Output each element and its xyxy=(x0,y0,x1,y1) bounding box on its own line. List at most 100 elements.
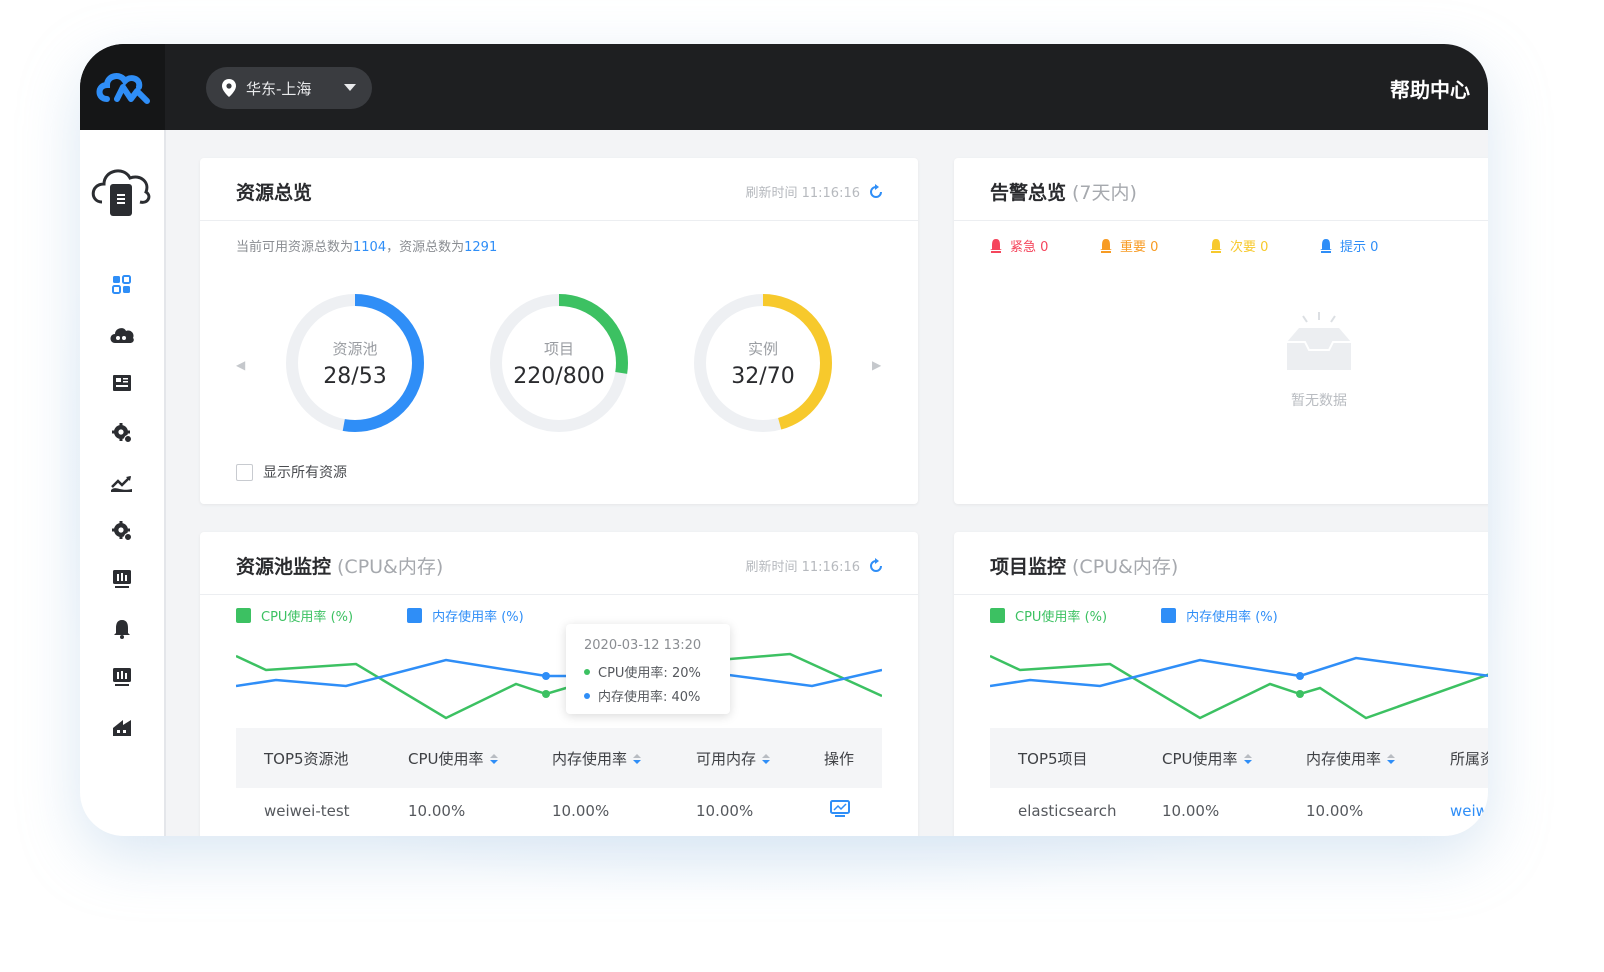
alert-label: 重要 0 xyxy=(1120,240,1159,255)
ring-label: 实例 xyxy=(747,340,778,358)
bell-icon[interactable] xyxy=(106,614,138,644)
ring-label: 项目 xyxy=(543,340,574,358)
cloud-icon[interactable] xyxy=(106,320,138,350)
ring-value: 32/70 xyxy=(731,364,795,389)
alert-minor[interactable]: 次要 0 xyxy=(1210,236,1320,255)
card-title: 告警总览 (7天内) xyxy=(990,178,1137,205)
alert-title: 告警总览 xyxy=(990,182,1067,204)
cpu-highlight-point xyxy=(1296,690,1304,698)
settings-icon[interactable] xyxy=(106,516,138,546)
refresh-icon[interactable] xyxy=(868,183,884,200)
tooltip-cpu: CPU使用率: 20% xyxy=(598,666,701,681)
legend-mem[interactable]: 内存使用率 (%) xyxy=(1161,606,1278,625)
column-header: TOP5资源池 xyxy=(264,748,349,769)
column-header[interactable]: 内存使用率 xyxy=(552,748,642,769)
column-header[interactable]: CPU使用率 xyxy=(1162,748,1252,769)
bell-icon xyxy=(1320,238,1332,253)
legend-label: 内存使用率 (%) xyxy=(1186,610,1278,625)
alert-label: 提示 0 xyxy=(1340,240,1379,255)
legend-label: 内存使用率 (%) xyxy=(432,610,524,625)
cell-name: elasticsearch xyxy=(1018,802,1117,820)
card-title: 资源池监控 (CPU&内存) xyxy=(236,552,443,579)
tooltip-dot xyxy=(584,692,590,699)
column-header[interactable]: 内存使用率 xyxy=(1306,748,1396,769)
top5-project-table: TOP5项目 CPU使用率 内存使用率 所属资 elasticsearch 10… xyxy=(990,728,1488,832)
table-row[interactable]: weiwei-test 10.00% 10.00% 10.00% xyxy=(236,788,882,832)
card-title: 资源总览 xyxy=(236,182,313,204)
pool-monitor-title: 资源池监控 xyxy=(236,556,332,578)
cloud-logo-icon xyxy=(96,73,150,104)
tooltip-mem-row: 内存使用率: 40% xyxy=(584,686,700,705)
sort-icon[interactable] xyxy=(633,753,642,764)
tooltip-mem: 内存使用率: 40% xyxy=(598,690,701,705)
cell-pool-link[interactable]: weiw xyxy=(1450,802,1488,820)
mem-highlight-point xyxy=(1296,672,1304,680)
cell-mem: 10.00% xyxy=(1306,802,1364,820)
ring-value: 28/53 xyxy=(323,364,387,389)
sort-icon[interactable] xyxy=(1387,753,1396,764)
pool-line-chart[interactable] xyxy=(236,632,882,722)
refresh-control[interactable]: 刷新时间 11:16:16 xyxy=(745,556,884,575)
checkbox-box[interactable] xyxy=(236,463,253,481)
pool-monitor-card: 资源池监控 (CPU&内存) 刷新时间 11:16:16 CPU使用率 (%) 内… xyxy=(200,532,918,836)
server-icon[interactable] xyxy=(106,368,138,398)
sort-icon[interactable] xyxy=(1243,753,1252,764)
refresh-control[interactable]: 刷新时间 11:16:16 xyxy=(745,182,884,201)
legend-cpu[interactable]: CPU使用率 (%) xyxy=(990,606,1107,625)
region-selector[interactable]: 华东-上海 xyxy=(206,67,372,109)
logo[interactable] xyxy=(80,44,165,130)
column-label: 所属资 xyxy=(1450,750,1488,768)
column-header[interactable]: CPU使用率 xyxy=(408,748,498,769)
project-gauge xyxy=(490,294,628,432)
cell-avail: 10.00% xyxy=(696,802,754,820)
mem-series-line xyxy=(236,658,882,688)
legend-mem[interactable]: 内存使用率 (%) xyxy=(407,606,524,625)
dashboard-icon[interactable] xyxy=(106,270,138,300)
legend-label: CPU使用率 (%) xyxy=(1015,610,1108,625)
cpu-highlight-point xyxy=(542,690,550,698)
table-header: TOP5资源池 CPU使用率 内存使用率 可用内存 操作 xyxy=(236,728,882,788)
sidebar xyxy=(80,130,166,836)
column-header[interactable]: 可用内存 xyxy=(696,748,771,769)
chart-tooltip: 2020-03-12 13:20 CPU使用率: 20% 内存使用率: 40% xyxy=(566,624,730,714)
alert-major[interactable]: 重要 0 xyxy=(1100,236,1210,255)
column-label: CPU使用率 xyxy=(1162,750,1238,768)
table-header: TOP5项目 CPU使用率 内存使用率 所属资 xyxy=(990,728,1488,788)
project-monitor-title: 项目监控 xyxy=(990,556,1067,578)
resource-pool-ring: 资源池 28/53 xyxy=(282,290,428,436)
tooltip-time: 2020-03-12 13:20 xyxy=(584,638,702,653)
network-icon[interactable] xyxy=(106,712,138,742)
monitor-icon[interactable] xyxy=(106,564,138,594)
carousel-next-icon[interactable]: ▶ xyxy=(872,358,881,372)
legend-cpu[interactable]: CPU使用率 (%) xyxy=(236,606,353,625)
alert-urgent[interactable]: 紧急 0 xyxy=(990,236,1100,255)
empty-inbox-icon xyxy=(1287,312,1351,370)
resource-total: 1291 xyxy=(464,240,498,255)
gear-icon[interactable] xyxy=(106,418,138,448)
sort-icon[interactable] xyxy=(762,753,771,764)
monitor-icon[interactable] xyxy=(106,662,138,692)
monitor-action-icon[interactable] xyxy=(830,800,850,822)
refresh-icon[interactable] xyxy=(868,557,884,574)
show-all-resources-checkbox[interactable]: 显示所有资源 xyxy=(236,462,347,482)
resource-summary: 当前可用资源总数为1104，资源总数为1291 xyxy=(236,236,497,255)
chevron-down-icon xyxy=(344,84,356,91)
table-row[interactable]: elasticsearch 10.00% 10.00% weiw xyxy=(990,788,1488,832)
sort-icon[interactable] xyxy=(489,753,498,764)
legend-swatch xyxy=(236,608,251,623)
resource-overview-card: 资源总览 刷新时间 11:16:16 当前可用资源总数为1104，资源总数为12… xyxy=(200,158,918,504)
ring-label: 资源池 xyxy=(332,340,378,358)
ring-value: 220/800 xyxy=(513,364,605,389)
alert-subtitle: (7天内) xyxy=(1072,182,1137,204)
column-label: CPU使用率 xyxy=(408,750,484,768)
carousel-prev-icon[interactable]: ◀ xyxy=(236,358,245,372)
alert-info[interactable]: 提示 0 xyxy=(1320,236,1430,255)
cell-cpu: 10.00% xyxy=(408,802,466,820)
card-header: 项目监控 (CPU&内存) xyxy=(954,532,1488,595)
help-center-link[interactable]: 帮助中心 xyxy=(1390,74,1470,103)
chart-legend: CPU使用率 (%) 内存使用率 (%) xyxy=(236,606,578,625)
project-line-chart[interactable] xyxy=(990,632,1488,722)
app-window: 华东-上海 帮助中心 资源总览 刷新时间 11:16:16 当前可用资源总数为1… xyxy=(80,44,1488,836)
chart-icon[interactable] xyxy=(106,468,138,498)
region-label: 华东-上海 xyxy=(246,79,312,98)
